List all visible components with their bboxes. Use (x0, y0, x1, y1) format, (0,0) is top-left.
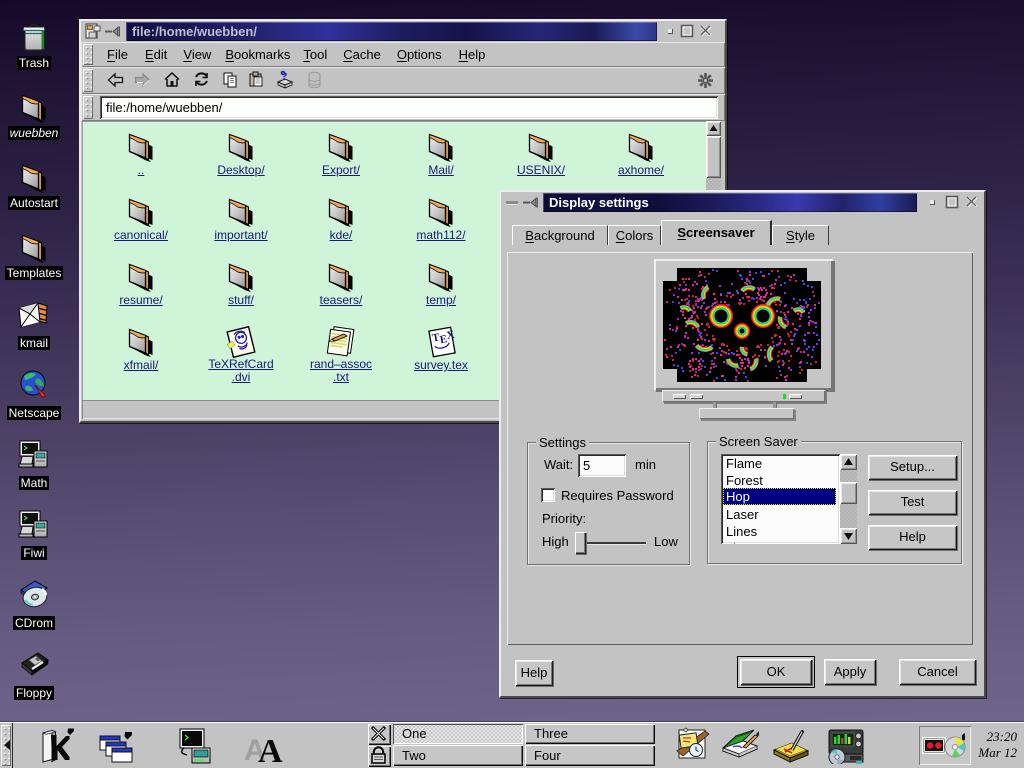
svg-text:A: A (258, 733, 283, 765)
